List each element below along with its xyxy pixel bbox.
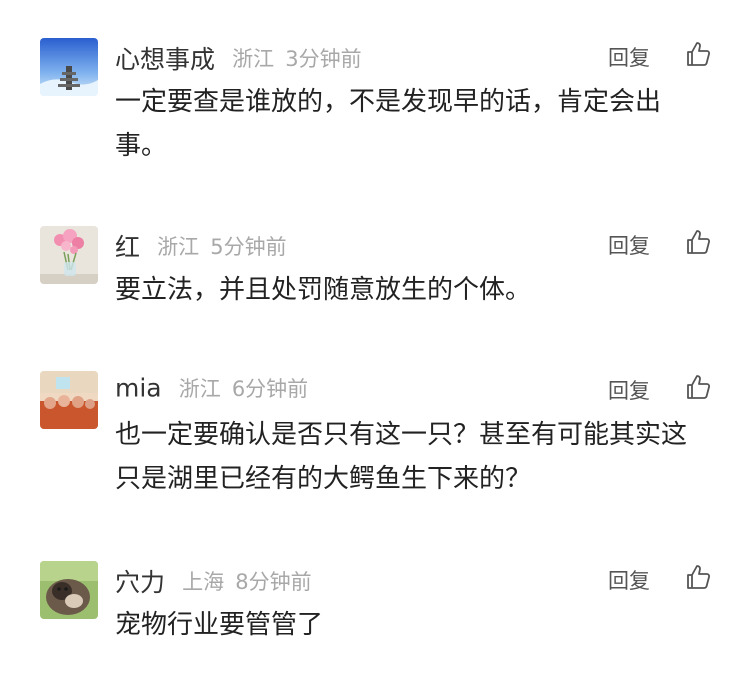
like-button[interactable] [684,40,712,68]
timestamp: 6分钟前 [231,377,309,401]
comment-text: 一定要查是谁放的，不是发现早的话，肯定会出事。 [115,87,662,161]
reply-button[interactable]: 回复 [608,230,650,260]
cat-photo-avatar-image [40,561,98,619]
comment-text: 要立法，并且处罚随意放生的个体。 [115,275,532,305]
location-label: 浙江 [178,377,221,401]
orange-room-avatar-image [40,371,98,429]
username[interactable]: 心想事成 [115,45,215,74]
sky-stairs-avatar-image [40,38,98,96]
avatar[interactable] [40,226,98,284]
comment-meta: 心想事成 浙江 3分钟前 [115,40,362,76]
username[interactable]: 穴力 [115,568,165,597]
avatar[interactable] [40,561,98,619]
reply-button[interactable]: 回复 [608,565,650,595]
comment-meta: 红 浙江 5分钟前 [115,228,287,264]
comment-meta: mia 浙江 6分钟前 [115,373,308,403]
reply-button[interactable]: 回复 [608,42,650,72]
thumbs-up-icon [687,42,711,66]
username[interactable]: 红 [115,233,140,262]
like-button[interactable] [684,563,712,591]
thumbs-up-icon [687,230,711,254]
timestamp: 8分钟前 [235,570,312,594]
location-label: 上海 [182,570,225,594]
username[interactable]: mia [115,374,162,403]
comment-text: 宠物行业要管管了 [115,610,324,640]
pink-flowers-vase-avatar-image [40,226,98,284]
thumbs-up-icon [687,375,711,399]
timestamp: 3分钟前 [285,47,362,71]
avatar[interactable] [40,371,98,429]
comment-text: 也一定要确认是否只有这一只？甚至有可能其实这只是湖里已经有的大鳄鱼生下来的？ [115,420,688,494]
like-button[interactable] [684,228,712,256]
location-label: 浙江 [232,47,275,71]
like-button[interactable] [684,373,712,401]
thumbs-up-icon [687,565,711,589]
reply-button[interactable]: 回复 [608,375,650,405]
timestamp: 5分钟前 [210,235,287,259]
comment-meta: 穴力 上海 8分钟前 [115,563,312,599]
location-label: 浙江 [157,235,200,259]
avatar[interactable] [40,38,98,96]
